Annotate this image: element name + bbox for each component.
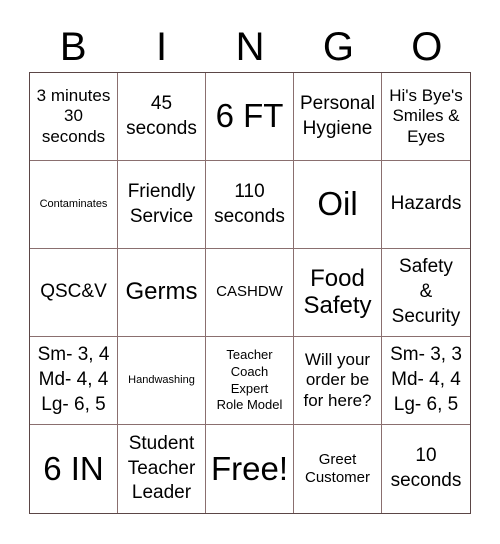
bingo-cell[interactable]: 6 FT	[206, 73, 294, 161]
bingo-cell[interactable]: 6 IN	[30, 425, 118, 513]
bingo-cell[interactable]: 110 seconds	[206, 161, 294, 249]
bingo-cell[interactable]: 45 seconds	[118, 73, 206, 161]
bingo-cell[interactable]: 3 minutes 30 seconds	[30, 73, 118, 161]
bingo-header: B I N G O	[29, 22, 471, 72]
bingo-cell[interactable]: QSC&V	[30, 249, 118, 337]
bingo-cell[interactable]: Safety & Security	[382, 249, 470, 337]
header-letter-n: N	[235, 25, 265, 69]
bingo-cell[interactable]: Food Safety	[294, 249, 382, 337]
bingo-cell[interactable]: Student Teacher Leader	[118, 425, 206, 513]
bingo-cell[interactable]: Personal Hygiene	[294, 73, 382, 161]
bingo-cell[interactable]: Friendly Service	[118, 161, 206, 249]
bingo-cell[interactable]: CASHDW	[206, 249, 294, 337]
bingo-cell[interactable]: 10 seconds	[382, 425, 470, 513]
bingo-cell[interactable]: Teacher Coach Expert Role Model	[206, 337, 294, 425]
header-letter-g: G	[322, 25, 354, 69]
bingo-cell[interactable]: Oil	[294, 161, 382, 249]
header-letter-o: O	[411, 25, 443, 69]
bingo-cell[interactable]: Will your order be for here?	[294, 337, 382, 425]
bingo-cell[interactable]: Hazards	[382, 161, 470, 249]
free-space-cell[interactable]: Free!	[206, 425, 294, 513]
bingo-cell[interactable]: Handwashing	[118, 337, 206, 425]
bingo-cell[interactable]: Contaminates	[30, 161, 118, 249]
bingo-cell[interactable]: Sm- 3, 3 Md- 4, 4 Lg- 6, 5	[382, 337, 470, 425]
bingo-grid: 3 minutes 30 seconds 45 seconds 6 FT Per…	[29, 72, 471, 514]
header-letter-b: B	[59, 25, 87, 69]
header-letter-i: I	[156, 25, 168, 69]
bingo-cell[interactable]: Hi's Bye's Smiles & Eyes	[382, 73, 470, 161]
bingo-cell[interactable]: Sm- 3, 4 Md- 4, 4 Lg- 6, 5	[30, 337, 118, 425]
bingo-cell[interactable]: Greet Customer	[294, 425, 382, 513]
bingo-cell[interactable]: Germs	[118, 249, 206, 337]
